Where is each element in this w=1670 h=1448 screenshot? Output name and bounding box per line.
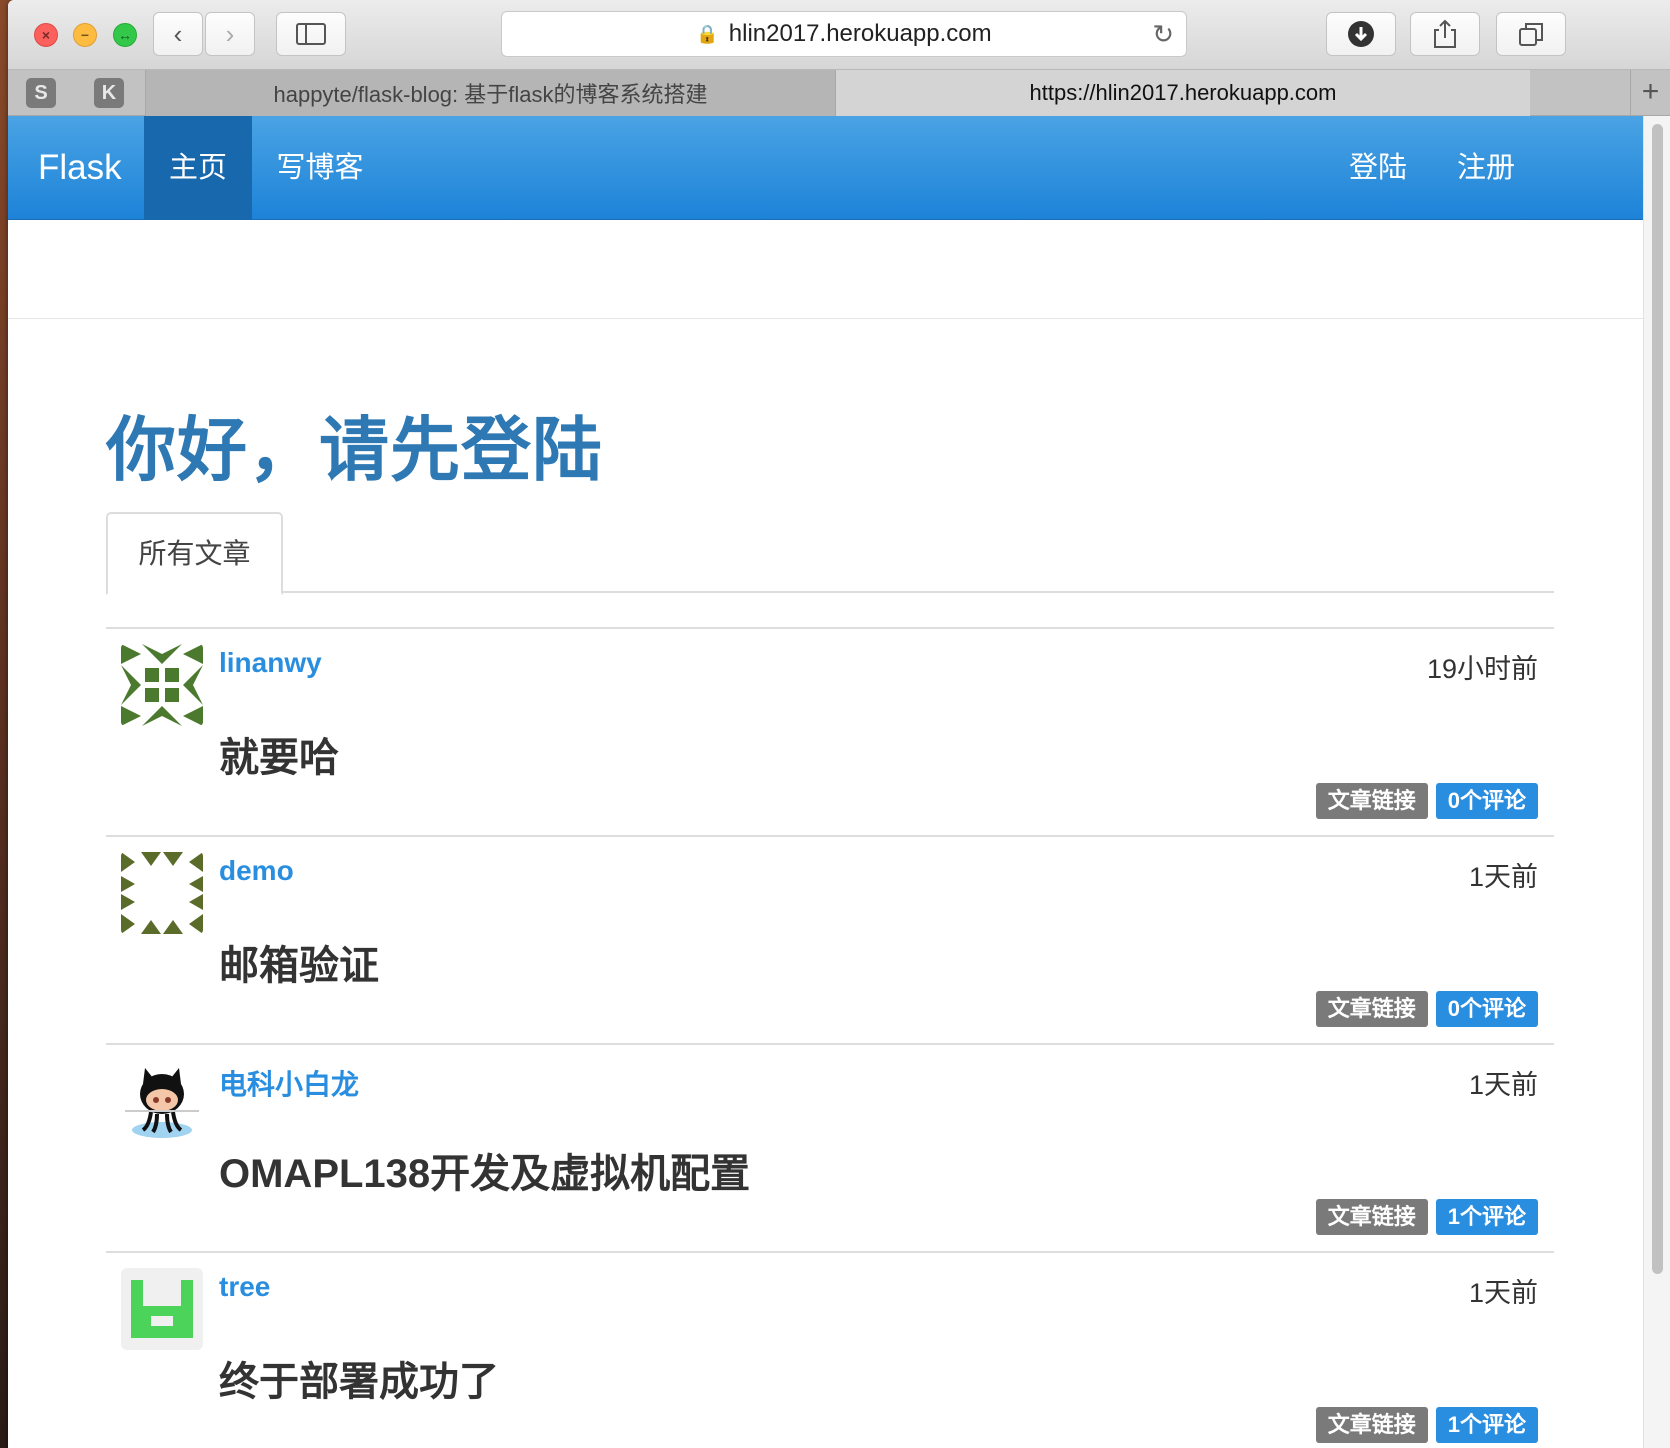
post-item: linanwy 19小时前 就要哈 文章链接 0个评论 — [106, 627, 1554, 835]
minimize-icon: − — [80, 27, 90, 43]
chevron-right-icon: › — [225, 18, 235, 49]
tab-title: happyte/flask-blog: 基于flask的博客系统搭建 — [273, 82, 708, 107]
downloads-button[interactable] — [1326, 12, 1396, 56]
post-body: 邮箱验证 — [219, 944, 379, 988]
page-content: Flask 主页 写博客 登陆 注册 你好，请先登陆 所有文章 linanwy … — [8, 116, 1643, 1448]
post-link-button[interactable]: 文章链接 — [1315, 783, 1428, 819]
show-tabs-button[interactable] — [1496, 12, 1566, 56]
forward-button[interactable]: › — [205, 12, 255, 56]
address-bar[interactable]: 🔒 hlin2017.herokuapp.com ↻ — [501, 11, 1187, 57]
comments-button[interactable]: 0个评论 — [1435, 783, 1538, 819]
zoom-window-button[interactable]: ↔ — [113, 23, 137, 47]
new-tab-button[interactable]: + — [1630, 70, 1670, 116]
tab-title: https://hlin2017.herokuapp.com — [1029, 80, 1337, 105]
tabs-overview-icon — [1519, 23, 1543, 46]
back-button[interactable]: ‹ — [153, 12, 203, 56]
pinned-tab-s[interactable]: S — [26, 78, 56, 108]
avatar[interactable] — [121, 644, 203, 726]
minimize-window-button[interactable]: − — [73, 23, 97, 47]
post-body: 就要哈 — [219, 736, 339, 780]
close-window-button[interactable]: × — [34, 23, 58, 47]
sidebar-icon — [296, 23, 326, 45]
brand-link[interactable]: Flask — [38, 116, 122, 220]
chevron-left-icon: ‹ — [173, 18, 183, 49]
post-item: demo 1天前 邮箱验证 文章链接 0个评论 — [106, 835, 1554, 1043]
close-icon: × — [41, 27, 51, 43]
author-link[interactable]: demo — [219, 855, 294, 887]
author-link[interactable]: 电科小白龙 — [219, 1063, 359, 1103]
title-bar: × − ↔ ‹ › 🔒 hlin2017.herokuapp.com ↻ — [8, 0, 1670, 70]
author-link[interactable]: tree — [219, 1271, 270, 1303]
tab-heroku[interactable]: https://hlin2017.herokuapp.com — [835, 70, 1530, 116]
post-time: 19小时前 — [1426, 654, 1538, 684]
download-icon — [1348, 21, 1374, 47]
pinned-tab-k[interactable]: K — [94, 78, 124, 108]
post-body: OMAPL138开发及虚拟机配置 — [219, 1152, 751, 1196]
reload-icon[interactable]: ↻ — [1152, 19, 1174, 50]
comments-button[interactable]: 1个评论 — [1435, 1407, 1538, 1443]
nav-home[interactable]: 主页 — [144, 116, 252, 220]
post-time: 1天前 — [1468, 1278, 1538, 1308]
post-actions: 文章链接 0个评论 — [1308, 783, 1538, 819]
avatar[interactable] — [121, 1268, 203, 1350]
lock-icon: 🔒 — [696, 23, 719, 44]
avatar[interactable] — [121, 852, 203, 934]
comments-button[interactable]: 1个评论 — [1435, 1199, 1538, 1235]
url-text: hlin2017.herokuapp.com — [728, 20, 992, 47]
nav-register[interactable]: 注册 — [1436, 116, 1536, 220]
site-navbar: Flask 主页 写博客 登陆 注册 — [8, 116, 1643, 220]
tab-all-posts[interactable]: 所有文章 — [106, 512, 283, 595]
post-body: 终于部署成功了 — [219, 1360, 499, 1404]
post-link-button[interactable]: 文章链接 — [1315, 991, 1428, 1027]
sidebar-toggle-button[interactable] — [276, 12, 346, 56]
nav-login[interactable]: 登陆 — [1328, 116, 1428, 220]
scrollbar-thumb[interactable] — [1652, 124, 1663, 1274]
comments-button[interactable]: 0个评论 — [1435, 991, 1538, 1027]
tab-github[interactable]: happyte/flask-blog: 基于flask的博客系统搭建 — [145, 70, 835, 116]
post-actions: 文章链接 1个评论 — [1308, 1407, 1538, 1443]
post-item: 电科小白龙 1天前 OMAPL138开发及虚拟机配置 文章链接 1个评论 — [106, 1043, 1554, 1251]
avatar[interactable] — [121, 1060, 203, 1142]
post-tabs: 所有文章 — [106, 512, 1554, 595]
page-scrollbar[interactable] — [1643, 116, 1670, 1448]
tab-bar: S K happyte/flask-blog: 基于flask的博客系统搭建 h… — [8, 70, 1670, 116]
share-button[interactable] — [1410, 12, 1480, 56]
post-time: 1天前 — [1468, 862, 1538, 892]
author-link[interactable]: linanwy — [219, 647, 322, 679]
post-time: 1天前 — [1468, 1070, 1538, 1100]
page-header-area — [8, 220, 1643, 319]
post-link-button[interactable]: 文章链接 — [1315, 1407, 1428, 1443]
share-icon — [1434, 19, 1456, 48]
fullscreen-icon: ↔ — [118, 27, 132, 43]
browser-window: × − ↔ ‹ › 🔒 hlin2017.herokuapp.com ↻ S K… — [8, 0, 1670, 1448]
nav-write-blog[interactable]: 写博客 — [252, 116, 388, 220]
post-actions: 文章链接 0个评论 — [1308, 991, 1538, 1027]
page-title: 你好，请先登陆 — [106, 411, 603, 489]
plus-icon: + — [1641, 75, 1660, 108]
post-actions: 文章链接 1个评论 — [1308, 1199, 1538, 1235]
post-link-button[interactable]: 文章链接 — [1315, 1199, 1428, 1235]
post-item: tree 1天前 终于部署成功了 文章链接 1个评论 — [106, 1251, 1554, 1448]
